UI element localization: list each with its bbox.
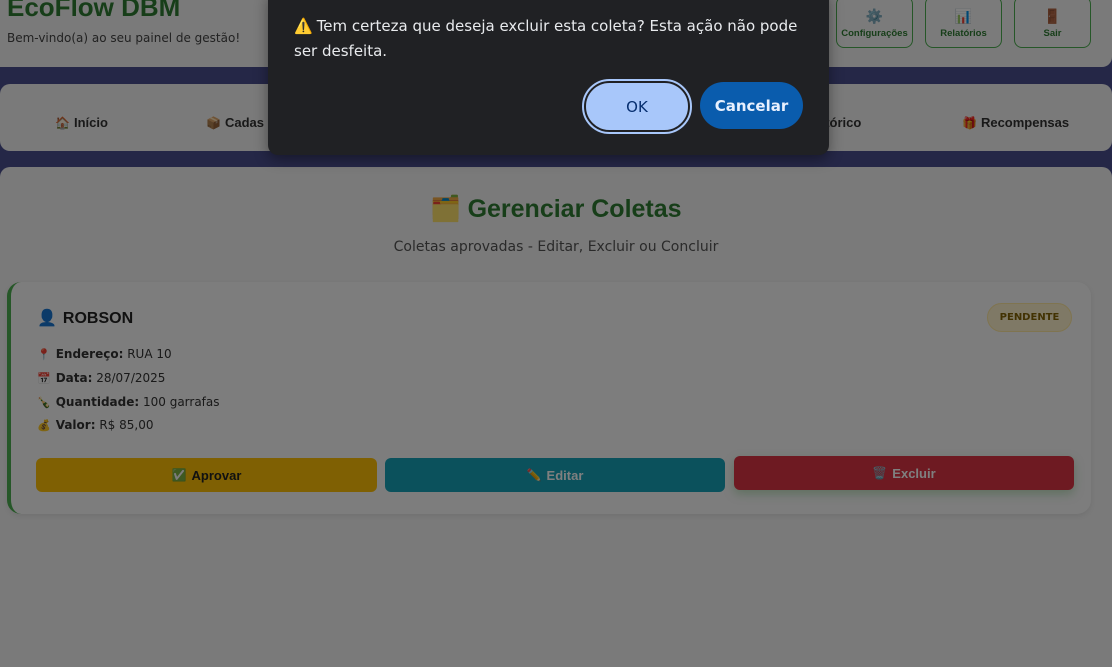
ok-button[interactable]: OK [582, 79, 692, 134]
confirm-dialog: ⚠️ Tem certeza que deseja excluir esta co… [268, 0, 829, 155]
warning-icon: ⚠️ [294, 17, 313, 35]
dialog-message: ⚠️ Tem certeza que deseja excluir esta co… [294, 14, 814, 64]
dialog-message-text: Tem certeza que deseja excluir esta cole… [294, 17, 798, 60]
cancel-button[interactable]: Cancelar [700, 82, 803, 129]
